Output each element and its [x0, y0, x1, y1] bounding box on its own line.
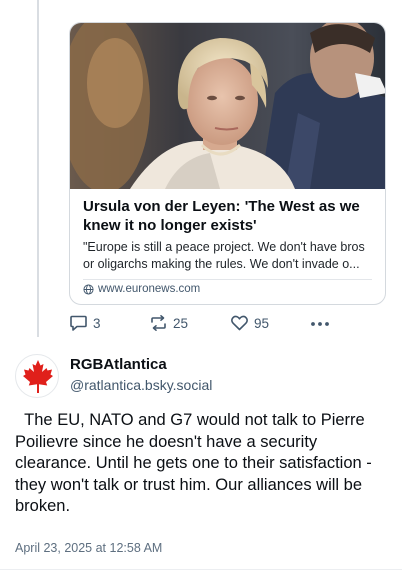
card-domain-text: www.euronews.com [98, 283, 201, 295]
card-title[interactable]: Ursula von der Leyen: 'The West as we kn… [83, 197, 375, 235]
repost-button[interactable]: 25 [149, 314, 188, 332]
repost-icon [149, 314, 168, 332]
author-display-name[interactable]: RGBAtlantica [70, 356, 167, 373]
post-timestamp[interactable]: April 23, 2025 at 12:58 AM [15, 541, 162, 555]
link-preview-card[interactable]: Ursula von der Leyen: 'The West as we kn… [69, 22, 386, 305]
post-actions: 3 25 95 [69, 314, 369, 334]
repost-count: 25 [173, 315, 189, 331]
avatar[interactable] [15, 354, 59, 398]
post-text: The EU, NATO and G7 would not talk to Pi… [15, 411, 372, 515]
like-button[interactable]: 95 [230, 314, 269, 332]
reply-count: 3 [93, 315, 101, 331]
author-handle[interactable]: @ratlantica.bsky.social [70, 377, 212, 393]
reply-icon [69, 314, 88, 332]
maple-leaf-icon [23, 360, 53, 393]
card-divider [83, 279, 372, 280]
more-options-button[interactable] [309, 315, 331, 333]
more-dots-icon [309, 315, 331, 333]
heart-icon [230, 314, 249, 332]
globe-icon [83, 283, 94, 295]
post-author-header: RGBAtlantica @ratlantica.bsky.social [15, 354, 387, 398]
card-description: "Europe is still a peace project. We don… [83, 240, 365, 271]
article-photo [70, 23, 385, 189]
reply-button[interactable]: 3 [69, 314, 101, 332]
like-count: 95 [254, 315, 270, 331]
divider [0, 569, 402, 570]
card-domain[interactable]: www.euronews.com [83, 283, 200, 295]
thread-connector-line [37, 0, 39, 337]
